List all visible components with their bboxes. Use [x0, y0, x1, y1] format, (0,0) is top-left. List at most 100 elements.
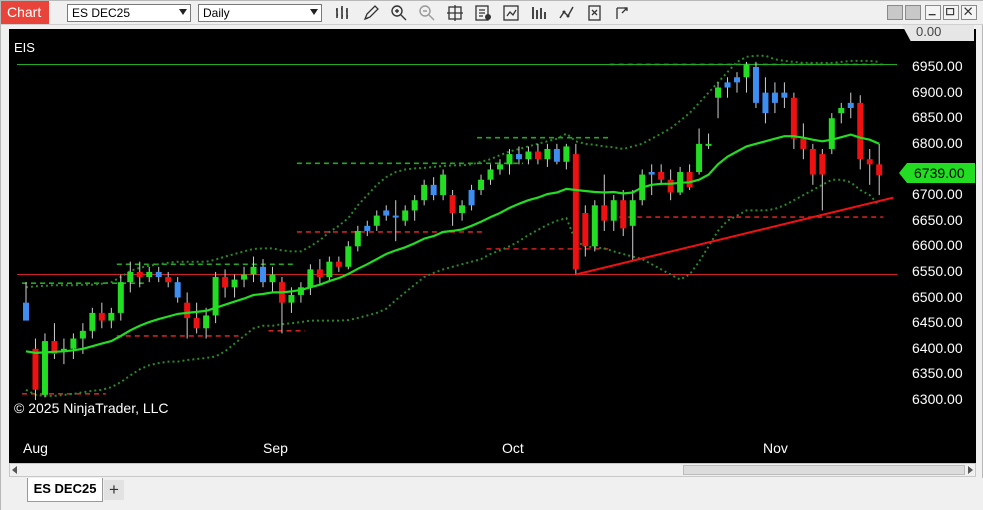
candle-body: [250, 266, 257, 275]
last-price-marker: 6739.00: [899, 163, 975, 183]
candle-body: [212, 277, 219, 316]
price-chart-canvas[interactable]: [9, 29, 976, 463]
candle-body: [165, 277, 172, 283]
minimize-button[interactable]: [925, 5, 941, 20]
candle-body: [696, 143, 703, 173]
candle-body: [544, 148, 551, 160]
horizontal-scrollbar[interactable]: [9, 463, 976, 477]
instrument-label: EIS: [14, 40, 35, 55]
instrument-select[interactable]: ES DEC25: [67, 4, 191, 22]
candle-body: [241, 274, 248, 280]
zoom-in-icon[interactable]: [389, 4, 409, 22]
candle-body: [715, 87, 722, 98]
close-button[interactable]: [961, 5, 977, 20]
candle-body: [478, 179, 485, 190]
candle-body: [411, 200, 418, 211]
candle-body: [155, 271, 162, 278]
chart-window: Chart ES DEC25 Daily EIS © 2025 NinjaTra…: [0, 0, 983, 510]
candle-body: [136, 271, 143, 278]
data-box-icon[interactable]: [473, 4, 493, 22]
candle-body: [809, 148, 816, 175]
candle-body: [800, 138, 807, 149]
price-chart-panel[interactable]: EIS © 2025 NinjaTrader, LLC 6950.00 6900.…: [9, 25, 976, 463]
price-axis-label: 6550.00: [912, 262, 963, 279]
candle-body: [345, 246, 352, 267]
strategies-icon[interactable]: [501, 4, 521, 22]
candle-body: [354, 230, 361, 247]
candle-body: [515, 154, 522, 160]
window-options-button[interactable]: [887, 5, 903, 20]
price-axis-label: 6700.00: [912, 186, 963, 203]
time-axis-label: Aug: [23, 440, 48, 456]
candle-body: [402, 210, 409, 221]
candle-body: [667, 179, 674, 193]
copyright-notice: © 2025 NinjaTrader, LLC: [14, 400, 169, 416]
price-axis-label: 6400.00: [912, 339, 963, 356]
candle-body: [838, 107, 845, 114]
price-axis-label: 6900.00: [912, 83, 963, 100]
tab-es-dec25[interactable]: ES DEC25: [27, 478, 103, 502]
price-axis-label: 6800.00: [912, 134, 963, 151]
indicators-icon[interactable]: [529, 4, 549, 22]
candle-body: [790, 97, 797, 139]
candle-body: [79, 330, 86, 339]
candle-body: [525, 151, 532, 160]
candle-body: [316, 269, 323, 278]
properties-icon[interactable]: [585, 4, 605, 22]
top-value-tag: 0.00: [902, 25, 974, 41]
candle-body: [734, 77, 740, 83]
candle-body: [534, 151, 541, 160]
candle-body: [629, 200, 636, 226]
crosshair-icon[interactable]: [445, 4, 465, 22]
window-pin-button[interactable]: [905, 5, 921, 20]
candle-body: [620, 200, 627, 229]
candle-body: [373, 215, 380, 226]
chevron-down-icon: [179, 9, 187, 15]
candle-body: [781, 92, 788, 98]
candle-body: [193, 318, 200, 329]
interval-select[interactable]: Daily: [198, 4, 322, 22]
chart-window-tab[interactable]: Chart: [1, 1, 49, 24]
scrollbar-thumb[interactable]: [683, 465, 965, 475]
candle-body: [430, 184, 437, 196]
bars-icon[interactable]: [333, 4, 353, 22]
scroll-right-icon[interactable]: [968, 466, 973, 474]
candle-body: [184, 302, 191, 319]
candle-body: [440, 174, 447, 196]
scroll-left-icon[interactable]: [12, 466, 17, 474]
candle-body: [222, 277, 229, 288]
candle-body: [819, 154, 826, 175]
candle-body: [146, 271, 153, 278]
candle-body: [383, 210, 390, 216]
candle-body: [335, 261, 342, 267]
candle-body: [506, 154, 513, 165]
upper-band-line: [25, 54, 880, 289]
price-axis-label: 6950.00: [912, 58, 963, 74]
candle-body: [117, 282, 124, 313]
candle-body: [866, 159, 873, 165]
candle-body: [260, 266, 266, 283]
interval-select-value: Daily: [203, 6, 230, 20]
share-icon[interactable]: [613, 4, 633, 22]
candle-body: [421, 184, 428, 201]
add-tab-button[interactable]: +: [104, 480, 124, 500]
candle-body: [601, 205, 608, 221]
candle-body: [307, 269, 314, 288]
candle-body: [174, 282, 181, 298]
time-axis-label: Nov: [763, 440, 788, 456]
pencil-icon[interactable]: [361, 4, 381, 22]
candle-body: [724, 82, 731, 88]
candle-body: [326, 261, 333, 278]
price-axis-label: 6850.00: [912, 109, 963, 126]
zoom-out-icon[interactable]: [417, 4, 437, 22]
candle-body: [686, 172, 693, 188]
drawing-tools-icon[interactable]: [557, 4, 577, 22]
time-axis-label: Sep: [263, 440, 288, 456]
price-axis-label: 6600.00: [912, 237, 963, 254]
candle-body: [23, 302, 29, 321]
maximize-button[interactable]: [943, 5, 959, 20]
candle-body: [572, 154, 579, 270]
candle-body: [553, 148, 560, 162]
instrument-select-value: ES DEC25: [72, 6, 131, 20]
candle-body: [364, 225, 371, 231]
